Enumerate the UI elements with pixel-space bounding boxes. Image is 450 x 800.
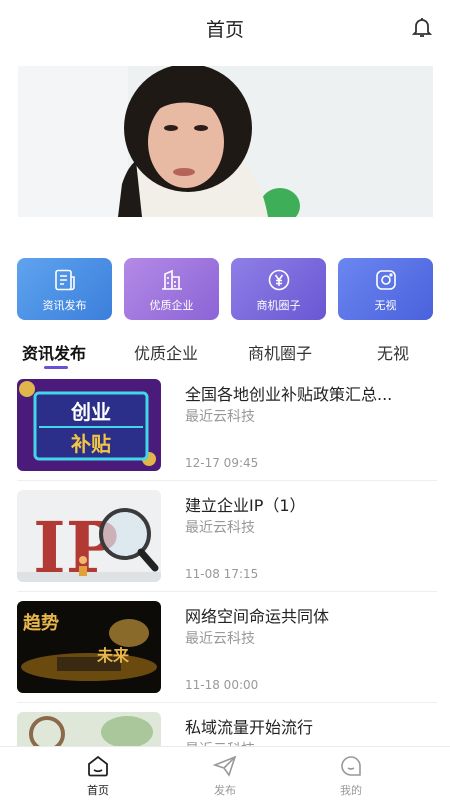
quick-link-label: 优质企业 (149, 299, 194, 312)
news-thumbnail: 趋势 未来 (17, 601, 161, 693)
thumb-text: 未来 (96, 646, 130, 665)
nav-label: 我的 (340, 784, 362, 797)
tab-news[interactable]: 资讯发布 (22, 340, 86, 364)
active-tab-indicator (44, 366, 68, 369)
thumb-text: 补贴 (70, 432, 111, 456)
quick-link-label: 无视 (374, 299, 397, 312)
news-doc-icon (54, 269, 75, 291)
tab-wushi[interactable]: 无视 (377, 340, 409, 364)
news-title: 建立企业IP（1） (185, 496, 306, 515)
thumb-text: 创业 (70, 400, 111, 424)
news-source: 最近云科技 (185, 409, 255, 425)
quick-link-wushi[interactable]: 无视 (338, 258, 433, 320)
divider (17, 480, 437, 481)
news-thumbnail: 创业 补贴 (17, 379, 161, 471)
nav-label: 发布 (214, 784, 236, 797)
quick-link-enterprise[interactable]: 优质企业 (124, 258, 219, 320)
quick-link-label: 商机圈子 (256, 299, 301, 312)
home-icon (88, 755, 108, 777)
page-title: 首页 (205, 19, 244, 41)
paper-plane-icon (212, 755, 237, 777)
news-item[interactable]: 创业 补贴 全国各地创业补贴政策汇总... 最近云科技 12-17 09:45 (0, 379, 450, 490)
tab-business-circle[interactable]: 商机圈子 (248, 340, 312, 364)
yen-coin-icon (268, 269, 289, 291)
quick-link-news[interactable]: 资讯发布 (17, 258, 112, 320)
nav-home[interactable]: 首页 (68, 753, 128, 798)
quick-link-label: 资讯发布 (42, 299, 87, 312)
news-time: 11-08 17:15 (185, 567, 259, 581)
news-time: 11-18 00:00 (185, 678, 259, 692)
nav-profile[interactable]: 我的 (321, 753, 381, 798)
top-bar: 首页 (0, 0, 450, 56)
divider (17, 591, 437, 592)
tab-enterprise[interactable]: 优质企业 (134, 340, 198, 364)
divider (17, 702, 437, 703)
thumb-text: 趋势 (23, 612, 59, 634)
quick-links: 资讯发布 优质企业 商机圈子 无视 (17, 258, 433, 320)
news-source: 最近云科技 (185, 520, 255, 536)
news-title: 全国各地创业补贴政策汇总... (185, 385, 393, 404)
news-title: 网络空间命运共同体 (185, 607, 330, 626)
bell-icon[interactable] (410, 15, 434, 39)
nav-publish[interactable]: 发布 (195, 753, 255, 798)
camera-icon (375, 270, 396, 290)
category-tabs: 资讯发布 优质企业 商机圈子 无视 (0, 336, 450, 370)
nav-label: 首页 (87, 784, 109, 797)
quick-link-business-circle[interactable]: 商机圈子 (231, 258, 326, 320)
profile-icon (341, 756, 361, 776)
news-title: 私域流量开始流行 (185, 718, 314, 737)
building-icon (161, 269, 182, 290)
news-source: 最近云科技 (185, 631, 255, 647)
news-time: 12-17 09:45 (185, 456, 259, 470)
news-item[interactable]: 趋势 未来 网络空间命运共同体 最近云科技 11-18 00:00 (0, 601, 450, 712)
news-item[interactable]: IP 建立企业IP（1） 最近云科技 11-08 17:15 (0, 490, 450, 601)
bottom-nav: 首页 发布 我的 (0, 746, 450, 800)
news-thumbnail: IP (17, 490, 161, 582)
banner-image[interactable] (18, 66, 433, 217)
